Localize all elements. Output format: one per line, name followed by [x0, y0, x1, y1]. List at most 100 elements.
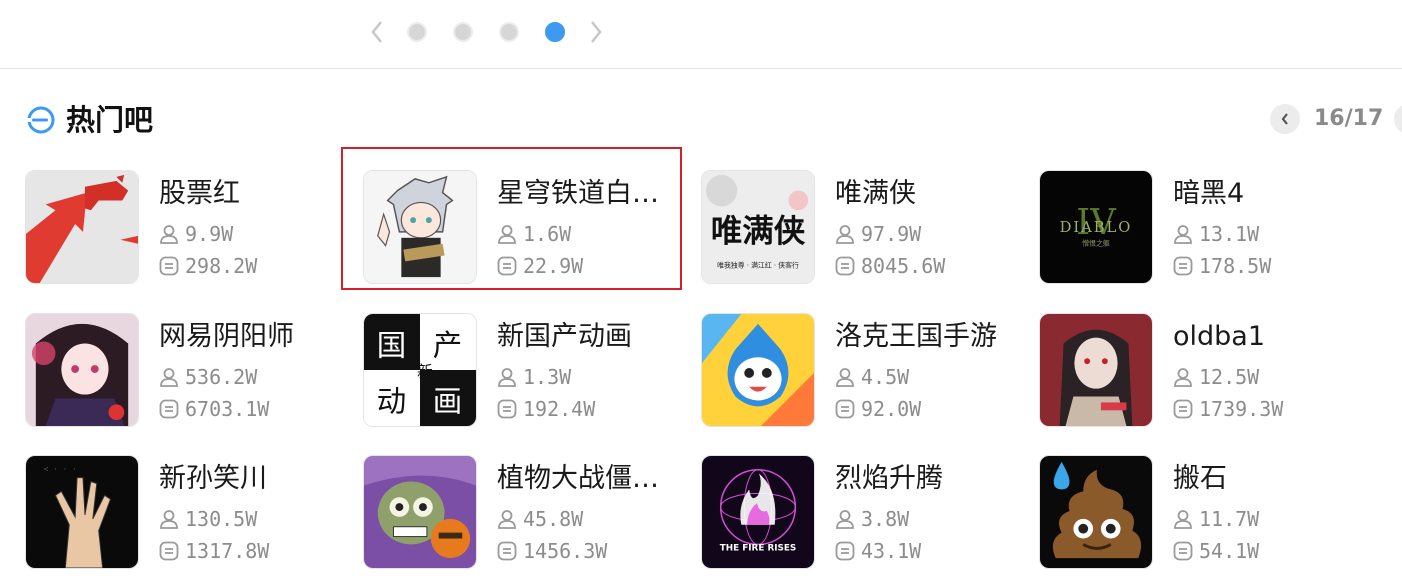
section-prev-button[interactable] [1270, 104, 1300, 134]
post-count: 178.5W [1173, 254, 1271, 278]
post-count: 92.0W [835, 397, 921, 421]
post-icon [159, 399, 179, 419]
fire-rises-logo-image: THE FIRE RISES [702, 456, 814, 568]
member-count: 12.5W [1173, 365, 1259, 389]
member-count: 536.2W [159, 365, 257, 389]
forum-thumbnail: 国 产 新 动 画 [363, 313, 477, 427]
section-divider [0, 68, 1402, 69]
forum-thumbnail [25, 313, 139, 427]
section-next-button[interactable] [1394, 104, 1402, 134]
user-icon [498, 510, 516, 529]
forum-thumbnail [25, 170, 139, 284]
member-count-value: 12.5W [1199, 365, 1260, 389]
bull-arrow-logo-image [26, 171, 138, 283]
forum-card[interactable]: 国 产 新 动 画 新国产动画 1.3W 192.4W [363, 313, 683, 428]
post-count-value: 298.2W [185, 254, 258, 278]
member-count-value: 11.7W [1199, 507, 1260, 531]
member-count: 13.1W [1173, 222, 1259, 246]
post-icon [835, 541, 855, 561]
forum-name: 暗黑4 [1173, 178, 1245, 209]
carousel-dot-1[interactable] [407, 22, 427, 42]
diablo-logo-image: IV DIABLO 憎恨之躯 [1040, 171, 1152, 283]
forum-card[interactable]: 网易阴阳师 536.2W 6703.1W [25, 313, 345, 428]
carousel-next-button[interactable] [584, 16, 608, 48]
forum-card[interactable]: oldba1 12.5W 1739.3W [1039, 313, 1359, 428]
forum-card[interactable]: IV DIABLO 憎恨之躯 暗黑4 13.1W 178.5W [1039, 170, 1359, 285]
post-count-value: 43.1W [861, 539, 922, 563]
post-count-value: 8045.6W [861, 254, 946, 278]
fire-rises-text: THE FIRE RISES [720, 543, 797, 553]
forum-thumbnail: IV DIABLO 憎恨之躯 [1039, 170, 1153, 284]
member-count-value: 45.8W [523, 507, 584, 531]
forum-name: 网易阴阳师 [159, 321, 294, 352]
forum-name: 星穹铁道白… [497, 178, 659, 209]
post-count-value: 1317.8W [185, 539, 270, 563]
member-count: 1.3W [497, 365, 571, 389]
forum-card[interactable]: 植物大战僵尸2 45.8W 1456.3W [363, 455, 683, 570]
forum-name: 新国产动画 [497, 321, 632, 352]
member-count-value: 1.6W [523, 222, 572, 246]
forum-name: 烈焰升腾 [835, 463, 943, 494]
diablo-subtitle: 憎恨之躯 [1082, 239, 1110, 248]
user-icon [1174, 368, 1192, 387]
user-icon [836, 510, 854, 529]
anim-char-2: 产 [433, 328, 462, 362]
post-icon [497, 541, 517, 561]
forum-card[interactable]: 搬石 11.7W 54.1W [1039, 455, 1359, 570]
carousel-prev-button[interactable] [365, 16, 389, 48]
post-count-value: 92.0W [861, 397, 922, 421]
forum-name: 股票红 [159, 178, 240, 209]
onmyoji-character-image [26, 314, 138, 426]
member-count-value: 1.3W [523, 365, 572, 389]
post-icon [1173, 256, 1193, 276]
gothic-character-image [1040, 314, 1152, 426]
post-count-value: 1739.3W [1199, 397, 1284, 421]
forum-thumbnail [363, 455, 477, 569]
user-icon [160, 225, 178, 244]
user-icon [1174, 510, 1192, 529]
forum-card[interactable]: 星穹铁道白… 1.6W 22.9W [363, 170, 683, 285]
post-icon [1173, 541, 1193, 561]
post-icon [835, 256, 855, 276]
carousel-dot-2[interactable] [453, 22, 473, 42]
post-icon [497, 399, 517, 419]
user-icon [160, 510, 178, 529]
anim-char-4: 动 [377, 384, 406, 418]
forum-card[interactable]: THE FIRE RISES 烈焰升腾 3.8W 43.1W [701, 455, 1021, 570]
user-icon [1174, 225, 1192, 244]
post-count-value: 178.5W [1199, 254, 1272, 278]
hand-gesture-image: < · · · [26, 456, 138, 568]
post-count-value: 54.1W [1199, 539, 1260, 563]
forum-thumbnail [1039, 455, 1153, 569]
carousel-dot-3[interactable] [499, 22, 519, 42]
post-count: 1456.3W [497, 539, 607, 563]
forum-card[interactable]: 洛克王国手游 4.5W 92.0W [701, 313, 1021, 428]
post-icon [159, 541, 179, 561]
anim-char-5: 画 [433, 384, 462, 418]
forum-thumbnail: THE FIRE RISES [701, 455, 815, 569]
forum-name: 搬石 [1173, 463, 1227, 494]
post-icon [159, 256, 179, 276]
anim-char-1: 国 [377, 328, 406, 362]
member-count: 4.5W [835, 365, 909, 389]
user-icon [836, 368, 854, 387]
post-count: 22.9W [497, 254, 583, 278]
chevron-right-icon [591, 21, 602, 43]
forum-name: 洛克王国手游 [835, 321, 997, 352]
forum-card[interactable]: 唯满侠 唯我独尊 · 满江红 · 侠客行 唯满侠 97.9W 8045.6W [701, 170, 1021, 285]
roco-mascot-image [702, 314, 814, 426]
forum-card[interactable]: 股票红 9.9W 298.2W [25, 170, 345, 285]
weimanxia-caption: 唯我独尊 · 满江红 · 侠客行 [717, 260, 799, 269]
carousel-dot-4-active[interactable] [545, 22, 565, 42]
member-count: 45.8W [497, 507, 583, 531]
post-icon [835, 399, 855, 419]
section-title: 热门吧 [66, 103, 154, 137]
carousel-pager [365, 16, 608, 48]
hot-forums-icon [27, 106, 55, 134]
forum-card[interactable]: < · · · 新孙笑川 130.5W 1317.8W [25, 455, 345, 570]
forum-name: oldba1 [1173, 321, 1266, 352]
poop-emoji-image [1040, 456, 1152, 568]
chevron-left-icon [371, 21, 382, 43]
forum-thumbnail [701, 313, 815, 427]
post-count: 43.1W [835, 539, 921, 563]
